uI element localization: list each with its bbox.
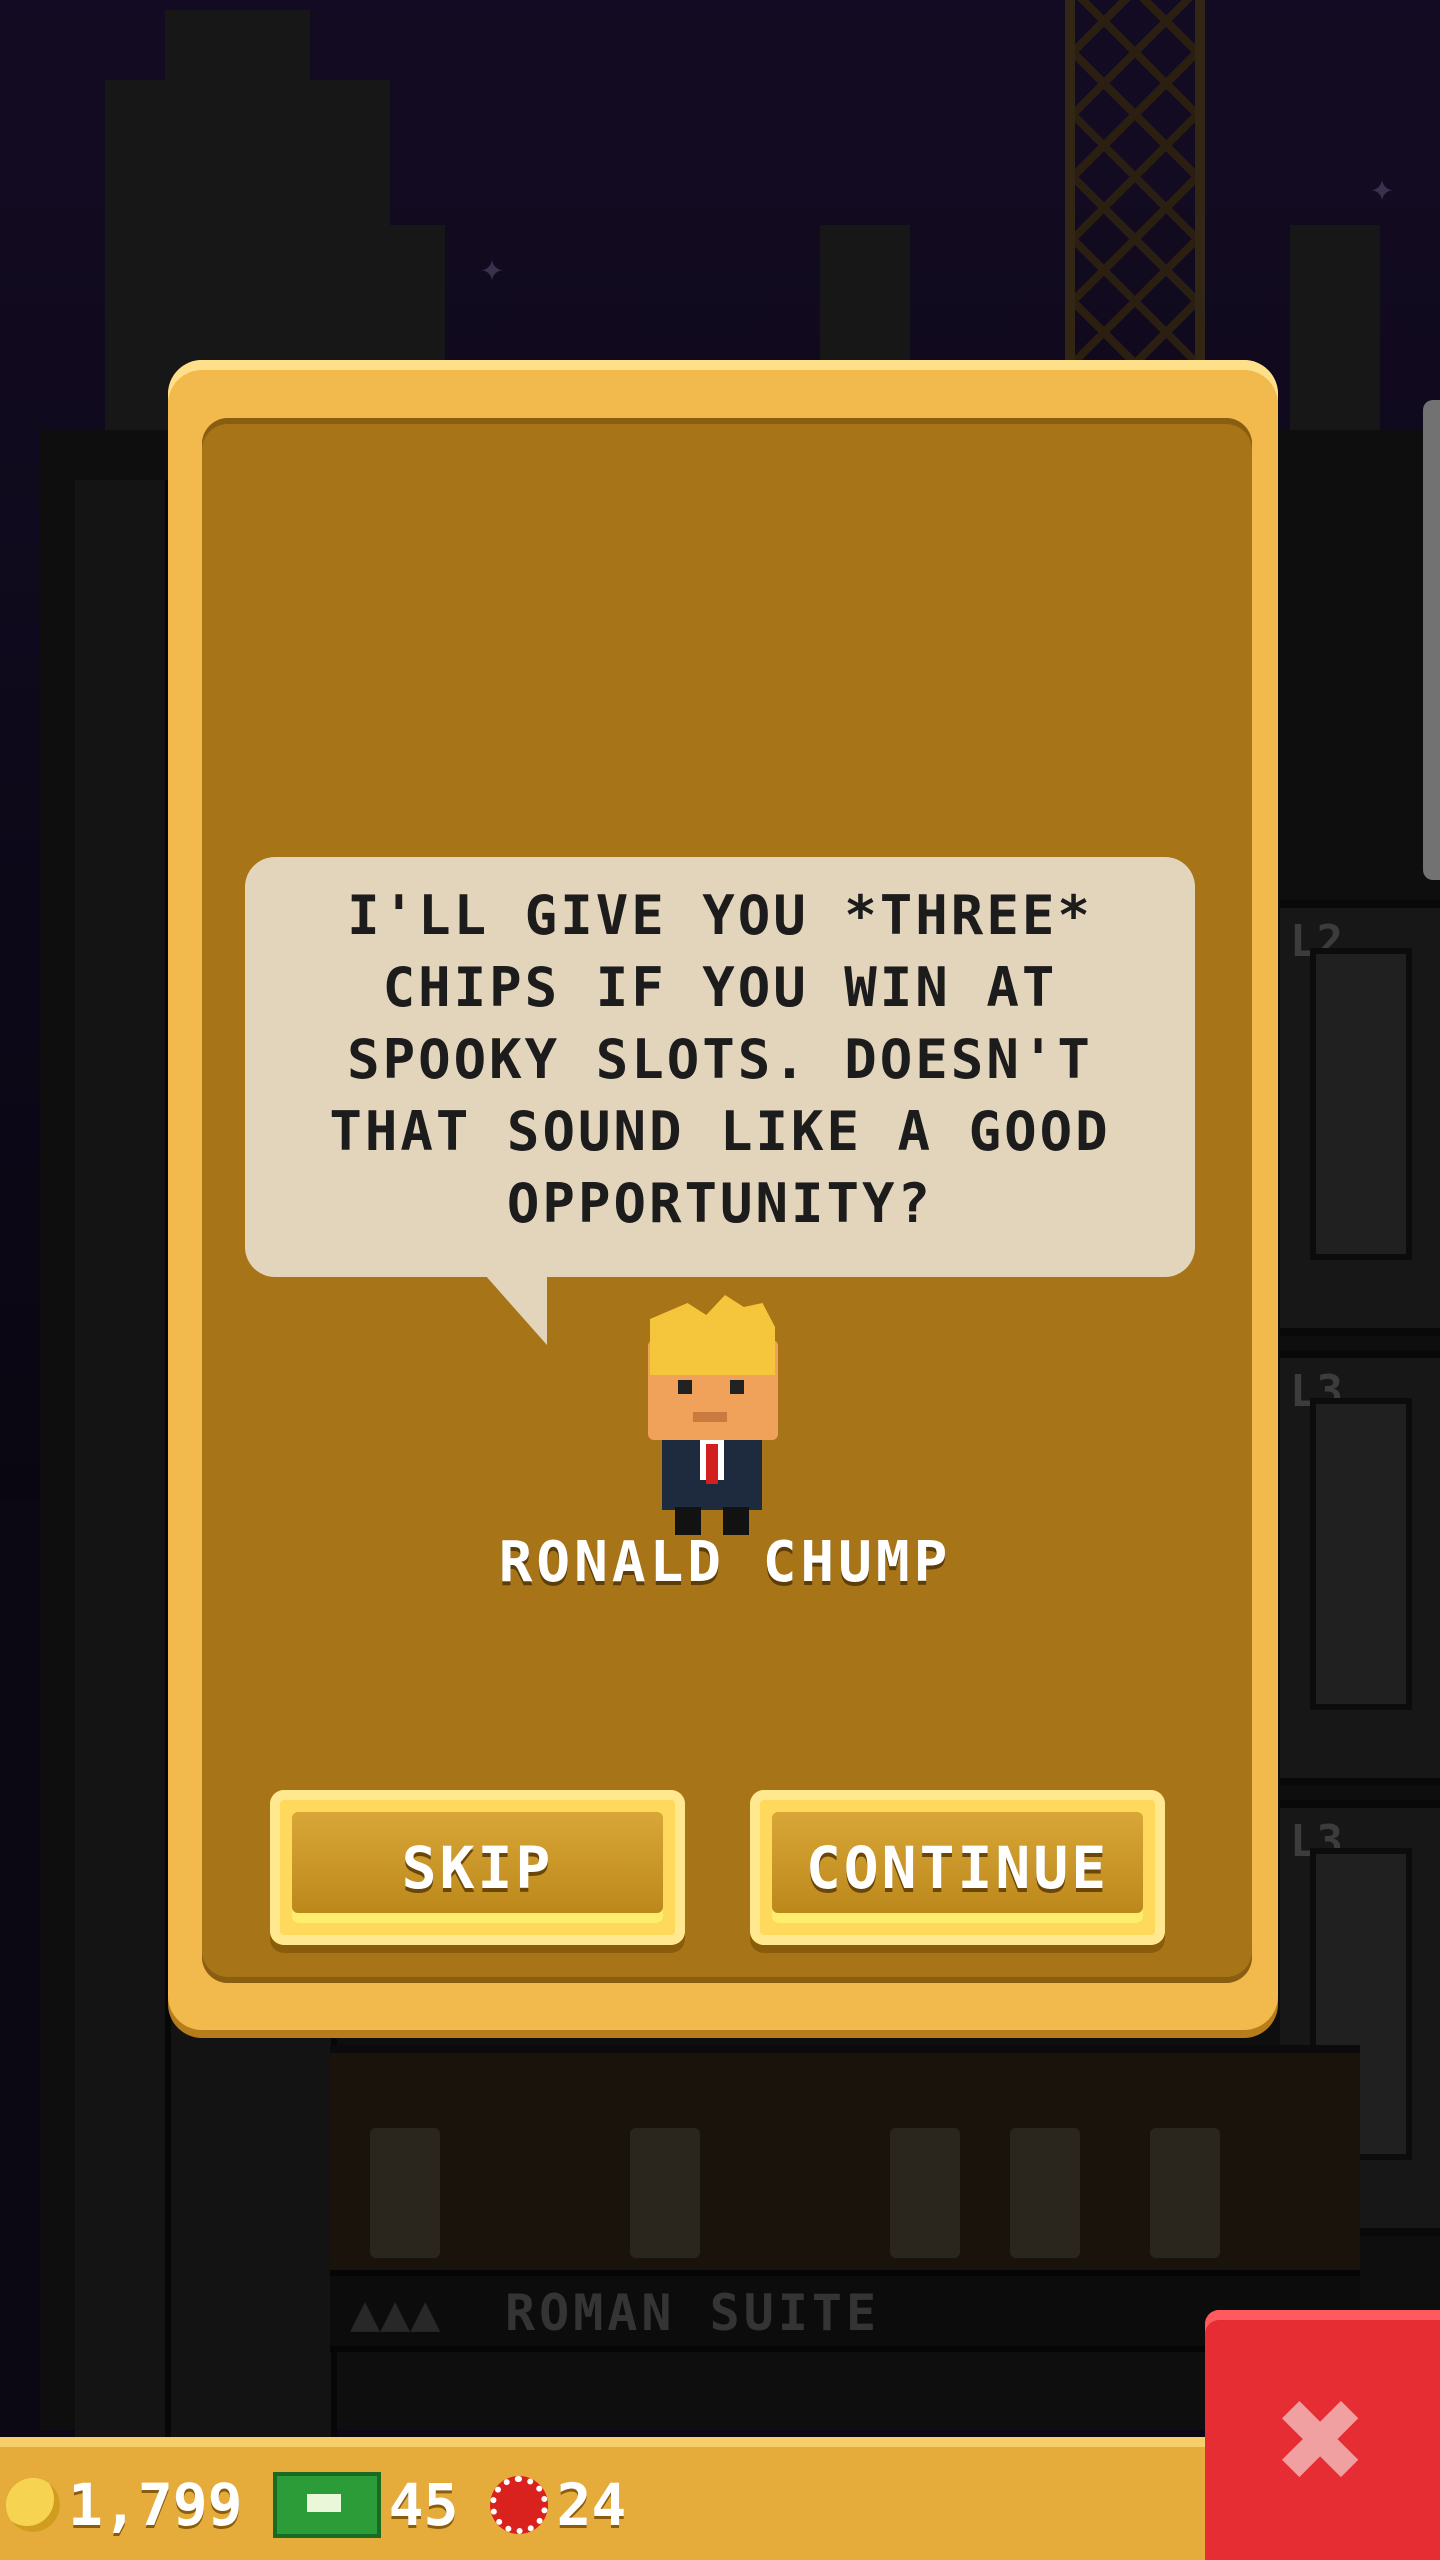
- character-mouth: [693, 1412, 727, 1422]
- dialog-message: I'LL GIVE YOU *THREE* CHIPS IF YOU WIN A…: [329, 884, 1111, 1235]
- chip-count: 24: [556, 2471, 627, 2539]
- continue-button-label: CONTINUE: [805, 1833, 1110, 1902]
- game-screen: ✦ ✦ L2 L3 L3 ▲▲▲ ROMAN SUITE I'LL GIVE Y…: [0, 0, 1440, 2560]
- coin-count: 1,799: [68, 2471, 243, 2539]
- resource-row: 1,799 45 24: [0, 2460, 626, 2550]
- skip-button-label: SKIP: [401, 1833, 554, 1902]
- bux-count: 45: [388, 2471, 459, 2539]
- character-avatar: [640, 1295, 785, 1535]
- character-hair: [650, 1295, 775, 1375]
- continue-button[interactable]: CONTINUE: [750, 1790, 1165, 1945]
- coin-icon: [6, 2478, 60, 2532]
- close-icon: ✖: [1277, 2353, 1368, 2527]
- skip-button[interactable]: SKIP: [270, 1790, 685, 1945]
- character-eye: [678, 1380, 692, 1394]
- close-button[interactable]: ✖: [1205, 2310, 1440, 2560]
- character-suit: [662, 1440, 762, 1510]
- character-eye: [730, 1380, 744, 1394]
- bux-icon: [272, 2472, 381, 2538]
- character-name: RONALD CHUMP: [498, 1530, 952, 1595]
- chip-icon: [490, 2476, 549, 2534]
- character-tie: [706, 1444, 718, 1484]
- speech-bubble-tail: [485, 1275, 547, 1345]
